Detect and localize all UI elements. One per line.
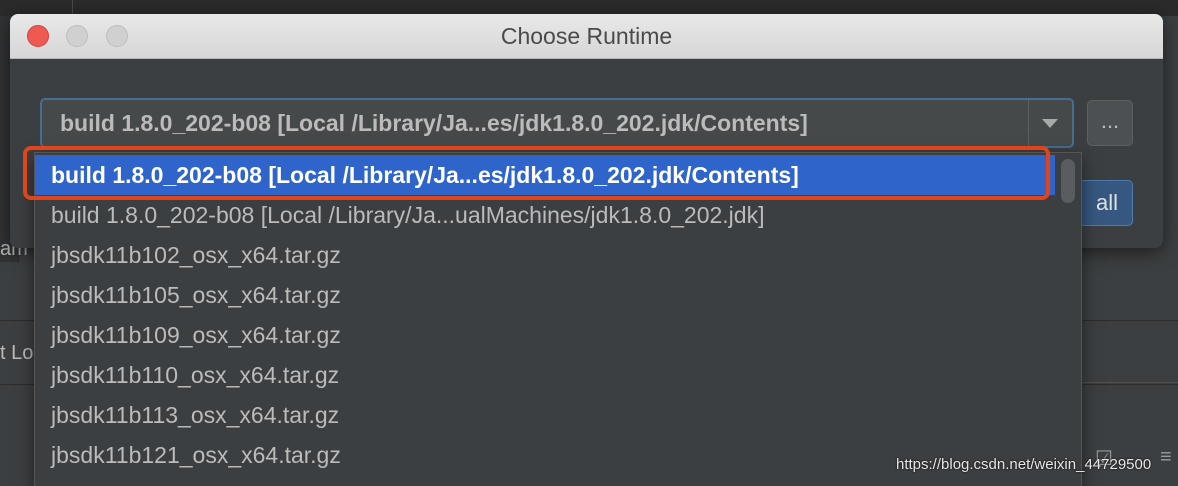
dropdown-scrollbar-thumb[interactable] [1061,159,1075,203]
dropdown-arrow-button[interactable] [1028,100,1072,146]
dialog-titlebar: Choose Runtime [10,14,1163,59]
background-label: t Lo [0,342,34,364]
browse-button[interactable]: ... [1087,100,1133,146]
dropdown-option[interactable]: build 1.8.0_202-b08 [Local /Library/Ja..… [35,195,1055,235]
dropdown-option[interactable]: jbsdk11b113_osx_x64.tar.gz [35,395,1055,435]
dropdown-option[interactable]: jbsdk11b105_osx_x64.tar.gz [35,275,1055,315]
screen: am t Lo ☑ ≡ Choose Runtime build 1.8.0_2… [0,0,1178,486]
runtime-combobox[interactable]: build 1.8.0_202-b08 [Local /Library/Ja..… [40,98,1074,148]
dropdown-option-selected[interactable]: build 1.8.0_202-b08 [Local /Library/Ja..… [35,155,1055,195]
watermark-text: https://blog.csdn.net/weixin_44729500 [896,456,1152,473]
runtime-dropdown-list[interactable]: build 1.8.0_202-b08 [Local /Library/Ja..… [34,152,1082,486]
dialog-title: Choose Runtime [500,23,673,49]
dropdown-option[interactable]: jbsdk11b109_osx_x64.tar.gz [35,315,1055,355]
panel-divider [1080,382,1178,383]
runtime-combobox-value: build 1.8.0_202-b08 [Local /Library/Ja..… [60,110,808,136]
install-button-label: all [1095,190,1118,215]
menu-icon[interactable]: ≡ [1160,446,1172,469]
chevron-down-icon [1042,118,1058,128]
dropdown-option[interactable]: jbsdk11b110_osx_x64.tar.gz [35,355,1055,395]
dropdown-option[interactable]: jbsdk11b102_osx_x64.tar.gz [35,235,1055,275]
